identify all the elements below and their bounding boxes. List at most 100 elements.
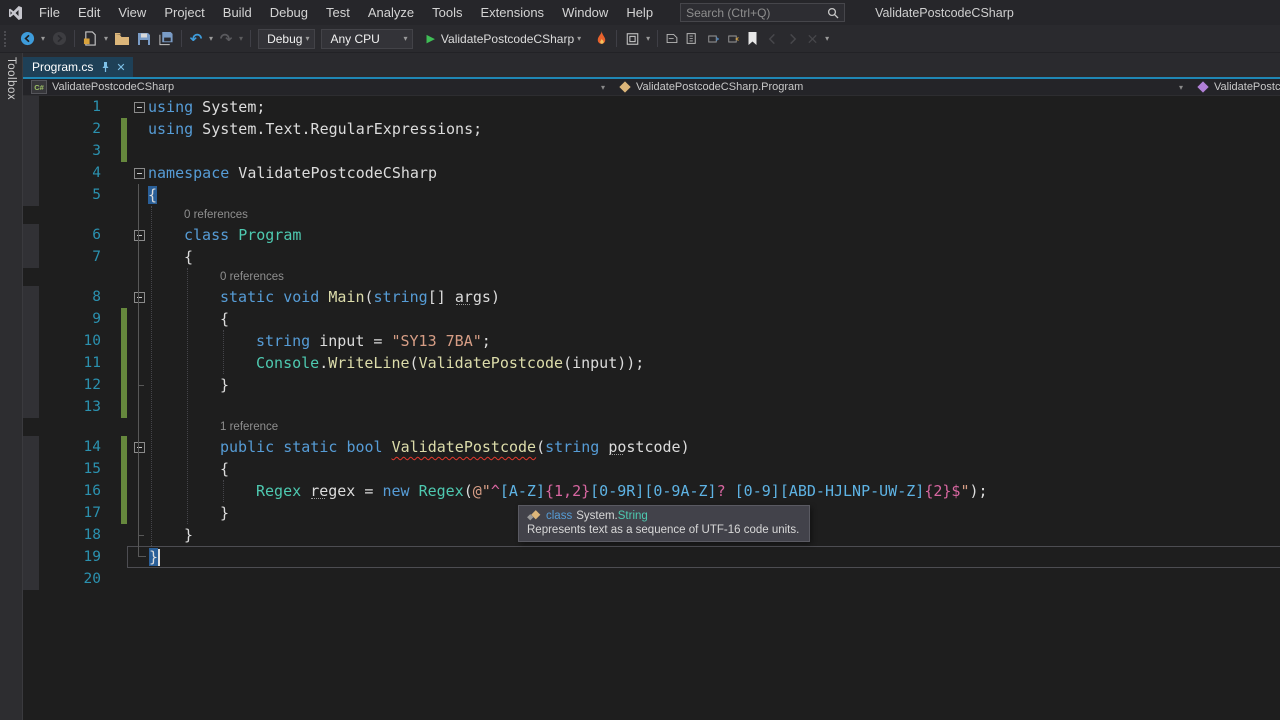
breakpoint-margin[interactable] xyxy=(23,374,39,396)
line-number[interactable]: 7 xyxy=(39,246,101,268)
undo-button[interactable]: ↶ xyxy=(186,30,206,48)
breakpoint-margin[interactable] xyxy=(23,308,39,330)
breakpoint-margin[interactable] xyxy=(23,436,39,458)
save-all-button[interactable] xyxy=(155,28,177,50)
code-line-6[interactable]: 6 class Program xyxy=(23,224,1280,246)
toggle-bookmark-button[interactable] xyxy=(742,29,762,49)
fold-margin[interactable] xyxy=(132,167,146,179)
collapse-toggle-icon[interactable] xyxy=(133,441,145,453)
code-text[interactable]: } xyxy=(146,524,193,546)
breakpoint-margin[interactable] xyxy=(23,162,39,184)
code-text[interactable]: { xyxy=(146,184,158,206)
chevron-down-icon[interactable]: ▾ xyxy=(1179,83,1189,92)
line-number[interactable]: 2 xyxy=(39,118,101,140)
fold-margin[interactable] xyxy=(132,291,146,303)
code-text[interactable]: Console.WriteLine(ValidatePostcode(input… xyxy=(146,352,644,374)
breadcrumb-method[interactable]: ValidatePostcode(s xyxy=(1189,79,1280,95)
fold-margin[interactable] xyxy=(132,101,146,113)
breakpoint-margin[interactable] xyxy=(23,546,39,568)
comment-button[interactable] xyxy=(702,29,722,49)
code-line-16[interactable]: 16 Regex regex = new Regex(@"^[A-Z]{1,2}[… xyxy=(23,480,1280,502)
collapse-toggle-icon[interactable] xyxy=(133,291,145,303)
breakpoint-margin[interactable] xyxy=(23,568,39,590)
line-number[interactable]: 18 xyxy=(39,524,101,546)
view-code-button[interactable] xyxy=(662,29,682,49)
line-number[interactable]: 13 xyxy=(39,396,101,418)
redo-dropdown-icon[interactable]: ▾ xyxy=(236,34,246,43)
collapse-toggle-icon[interactable] xyxy=(133,101,145,113)
search-icon[interactable] xyxy=(827,7,839,19)
solution-platforms-dropdown[interactable]: Any CPU ▾ xyxy=(321,28,414,49)
prev-bookmark-button[interactable] xyxy=(762,29,782,49)
breadcrumb-class[interactable]: ValidatePostcodeCSharp.Program ▾ xyxy=(611,79,1189,95)
find-in-files-button[interactable] xyxy=(621,28,643,50)
toolbar-grip[interactable] xyxy=(4,30,11,47)
line-number[interactable]: 17 xyxy=(39,502,101,524)
code-line-7[interactable]: 7{ xyxy=(23,246,1280,268)
breakpoint-margin[interactable] xyxy=(23,118,39,140)
code-text[interactable]: Regex regex = new Regex(@"^[A-Z]{1,2}[0-… xyxy=(146,480,988,502)
line-number[interactable]: 15 xyxy=(39,458,101,480)
code-line-4[interactable]: 4 namespace ValidatePostcodeCSharp xyxy=(23,162,1280,184)
code-text[interactable]: string input = "SY13 7BA"; xyxy=(146,330,491,352)
code-line-3[interactable]: 3 xyxy=(23,140,1280,162)
code-line-12[interactable]: 12} xyxy=(23,374,1280,396)
code-text[interactable]: using System; xyxy=(146,96,265,118)
code-line-5[interactable]: 5{ xyxy=(23,184,1280,206)
fold-margin[interactable] xyxy=(132,441,146,453)
breakpoint-margin[interactable] xyxy=(23,286,39,308)
breakpoint-margin[interactable] xyxy=(23,184,39,206)
menu-test[interactable]: Test xyxy=(317,0,359,25)
line-number[interactable]: 5 xyxy=(39,184,101,206)
code-editor[interactable]: 1 using System; 2 using System.Text.Regular… xyxy=(23,96,1280,720)
next-bookmark-button[interactable] xyxy=(782,29,802,49)
breakpoint-margin[interactable] xyxy=(23,246,39,268)
menu-project[interactable]: Project xyxy=(155,0,213,25)
menu-build[interactable]: Build xyxy=(214,0,261,25)
code-line-10[interactable]: 10 string input = "SY13 7BA"; xyxy=(23,330,1280,352)
code-line-13[interactable]: 13 xyxy=(23,396,1280,418)
menu-tools[interactable]: Tools xyxy=(423,0,471,25)
code-text[interactable]: class Program xyxy=(146,224,301,246)
collapse-toggle-icon[interactable] xyxy=(133,229,145,241)
pin-icon[interactable] xyxy=(101,62,110,72)
line-number[interactable]: 11 xyxy=(39,352,101,374)
code-line-1[interactable]: 1 using System; xyxy=(23,96,1280,118)
breakpoint-margin[interactable] xyxy=(23,352,39,374)
breakpoint-margin[interactable] xyxy=(23,480,39,502)
codelens-references[interactable]: 0 references xyxy=(23,206,1280,224)
code-line-15[interactable]: 15 { xyxy=(23,458,1280,480)
code-text[interactable]: namespace ValidatePostcodeCSharp xyxy=(146,162,437,184)
solution-configurations-dropdown[interactable]: Debug ▾ xyxy=(258,28,316,49)
code-line-11[interactable]: 11 Console.WriteLine(ValidatePostcode(inp… xyxy=(23,352,1280,374)
codelens-references[interactable]: 0 references xyxy=(23,268,1280,286)
fold-margin[interactable] xyxy=(132,229,146,241)
menu-help[interactable]: Help xyxy=(617,0,662,25)
clear-bookmarks-button[interactable] xyxy=(802,29,822,49)
navigate-backward-button[interactable] xyxy=(16,28,38,50)
breakpoint-margin[interactable] xyxy=(23,96,39,118)
uncomment-button[interactable] xyxy=(722,29,742,49)
close-icon[interactable]: ✕ xyxy=(116,62,125,73)
chevron-down-icon[interactable]: ▾ xyxy=(601,83,611,92)
breakpoint-margin[interactable] xyxy=(23,502,39,524)
codelens-references[interactable]: 1 reference xyxy=(23,418,1280,436)
breakpoint-margin[interactable] xyxy=(23,524,39,546)
menu-window[interactable]: Window xyxy=(553,0,617,25)
line-number[interactable]: 14 xyxy=(39,436,101,458)
line-number[interactable]: 12 xyxy=(39,374,101,396)
line-number[interactable]: 10 xyxy=(39,330,101,352)
code-text[interactable]: public static bool ValidatePostcode(stri… xyxy=(146,436,690,458)
menu-view[interactable]: View xyxy=(109,0,155,25)
start-debugging-button[interactable]: ▶ ValidatePostcodeCSharp ▾ xyxy=(424,28,586,50)
line-number[interactable]: 1 xyxy=(39,96,101,118)
breakpoint-margin[interactable] xyxy=(23,458,39,480)
search-box[interactable]: Search (Ctrl+Q) xyxy=(680,3,846,22)
navigate-forward-button[interactable] xyxy=(48,28,70,50)
code-line-14[interactable]: 14 public static bool ValidatePostcode(st… xyxy=(23,436,1280,458)
line-number[interactable]: 6 xyxy=(39,224,101,246)
line-number[interactable]: 8 xyxy=(39,286,101,308)
menu-debug[interactable]: Debug xyxy=(261,0,317,25)
new-file-button[interactable] xyxy=(79,28,101,50)
redo-button[interactable]: ↷ xyxy=(216,30,236,48)
